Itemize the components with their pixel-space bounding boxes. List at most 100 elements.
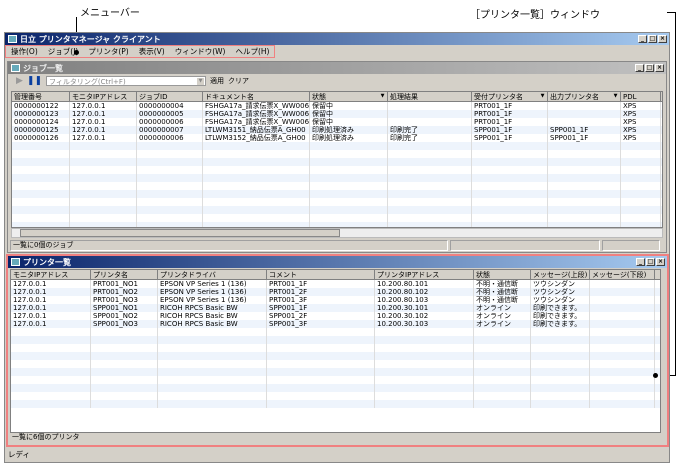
table-row[interactable]: 127.0.0.1 SPP001_NO3 RICOH RPCS Basic BW SP… [11,320,660,328]
table-row[interactable] [11,328,660,336]
table-cell: 127.0.0.1 [11,312,91,320]
table-row[interactable]: 127.0.0.1 SPP001_NO2 RICOH RPCS Basic BW SP… [11,312,660,320]
column-header[interactable]: プリンタ名 [91,270,158,279]
menu-item[interactable]: ウィンドウ(W) [170,46,231,57]
minimize-icon[interactable]: _ [635,64,644,72]
table-cell [474,368,531,376]
table-cell [11,360,91,368]
table-row[interactable] [11,344,660,352]
menu-item[interactable]: 操作(O) [6,46,43,57]
minimize-icon[interactable]: _ [638,35,647,43]
table-row[interactable]: 0000000123 127.0.0.1 0000000005 FSHGA17a_請求… [12,110,662,118]
close-icon[interactable]: × [655,64,664,72]
play-icon[interactable]: ▶ [16,76,23,86]
callout-line [675,12,676,376]
table-row[interactable] [12,214,662,222]
column-header[interactable]: 処理結果 [388,92,472,101]
table-cell [375,384,474,392]
column-header[interactable]: 受付プリンタ名 ▼ [472,92,548,101]
column-header[interactable]: 管理番号 [12,92,70,101]
table-cell: RICOH RPCS Basic BW [158,304,267,312]
table-row[interactable] [12,142,662,150]
job-title-bar: ジョブ一覧 _ □ × [8,62,666,74]
maximize-icon[interactable]: □ [645,64,654,72]
table-cell [621,182,661,190]
table-cell [388,174,472,182]
menu-item[interactable]: 表示(V) [134,46,170,57]
table-row[interactable] [11,352,660,360]
table-row[interactable]: 127.0.0.1 PRT001_NO2 EPSON VP Series 1 (13… [11,288,660,296]
filter-input[interactable]: フィルタリング(Ctrl+F) ▼ [46,76,207,86]
chevron-down-icon[interactable]: ▼ [197,78,205,85]
table-cell: 印刷できます。 [531,312,590,320]
table-cell [590,288,655,296]
column-header[interactable]: プリンタドライバ [158,270,267,279]
column-header[interactable]: メッセージ(上段) [531,270,590,279]
scrollbar-thumb[interactable] [20,229,340,237]
clear-button[interactable]: クリア [228,76,249,86]
table-row[interactable] [12,206,662,214]
filter-dropdown-icon[interactable]: ▼ [612,93,619,100]
filter-dropdown-icon[interactable]: ▼ [539,93,546,100]
horizontal-scrollbar[interactable] [11,228,663,238]
column-header[interactable]: メッセージ(下段) [590,270,655,279]
table-row[interactable] [11,360,660,368]
table-row[interactable]: 0000000126 127.0.0.1 0000000006 LTLWM3152_納… [12,134,662,142]
menu-item[interactable]: プリンタ(P) [83,46,133,57]
table-row[interactable] [11,376,660,384]
table-row[interactable] [11,400,660,408]
table-cell [310,206,388,214]
table-row[interactable] [12,190,662,198]
table-row[interactable] [12,182,662,190]
table-row[interactable] [12,174,662,182]
pause-icon[interactable]: ❚❚ [27,76,42,86]
table-row[interactable] [11,384,660,392]
table-row[interactable]: 127.0.0.1 PRT001_NO1 EPSON VP Series 1 (13… [11,280,660,288]
table-row[interactable] [11,336,660,344]
table-cell: 保留中 [310,110,388,118]
column-header[interactable]: 出力プリンタ名 ▼ [548,92,621,101]
table-row[interactable]: 127.0.0.1 PRT001_NO3 EPSON VP Series 1 (13… [11,296,660,304]
table-cell: 印刷完了 [388,126,472,134]
column-header[interactable]: 状態 [474,270,531,279]
filter-dropdown-icon[interactable]: ▼ [379,93,386,100]
table-row[interactable] [11,392,660,400]
table-row[interactable] [12,158,662,166]
table-cell: FSHGA17a_請求伝票X_WW006 [205,118,310,126]
app-status: レディ [8,450,30,459]
minimize-icon[interactable]: _ [636,258,645,266]
column-header[interactable]: ドキュメント名 [203,92,310,101]
table-cell [310,158,388,166]
table-cell [203,150,310,158]
column-header[interactable]: ジョブID [137,92,203,101]
table-row[interactable]: 0000000122 127.0.0.1 0000000004 FSHGA17a_請求… [12,102,662,110]
table-cell [548,182,621,190]
column-header[interactable]: プリンタIPアドレス [375,270,474,279]
table-cell [531,352,590,360]
close-icon[interactable]: × [656,258,665,266]
table-row[interactable] [12,166,662,174]
table-row[interactable] [12,150,662,158]
column-header[interactable]: コメント [267,270,375,279]
table-cell [548,166,621,174]
apply-button[interactable]: 適用 [210,76,224,86]
table-cell [474,376,531,384]
column-header[interactable]: 状態 ▼ [310,92,388,101]
table-row[interactable] [11,368,660,376]
table-cell [388,158,472,166]
column-header[interactable]: PDL [621,92,661,101]
table-row[interactable]: 0000000125 127.0.0.1 0000000007 LTLWM3151_納… [12,126,662,134]
maximize-icon[interactable]: □ [646,258,655,266]
table-cell: 0000000125 [12,126,70,134]
table-cell [310,166,388,174]
table-row[interactable]: 0000000124 127.0.0.1 0000000006 FSHGA17a_請求… [12,118,662,126]
menu-item[interactable]: ヘルプ(H) [230,46,274,57]
table-cell [531,360,590,368]
table-cell [621,158,661,166]
table-row[interactable] [12,198,662,206]
close-icon[interactable]: × [658,35,667,43]
column-header[interactable]: モニタIPアドレス [11,270,91,279]
maximize-icon[interactable]: □ [648,35,657,43]
column-header[interactable]: モニタIPアドレス [70,92,137,101]
table-row[interactable]: 127.0.0.1 SPP001_NO1 RICOH RPCS Basic BW SP… [11,304,660,312]
